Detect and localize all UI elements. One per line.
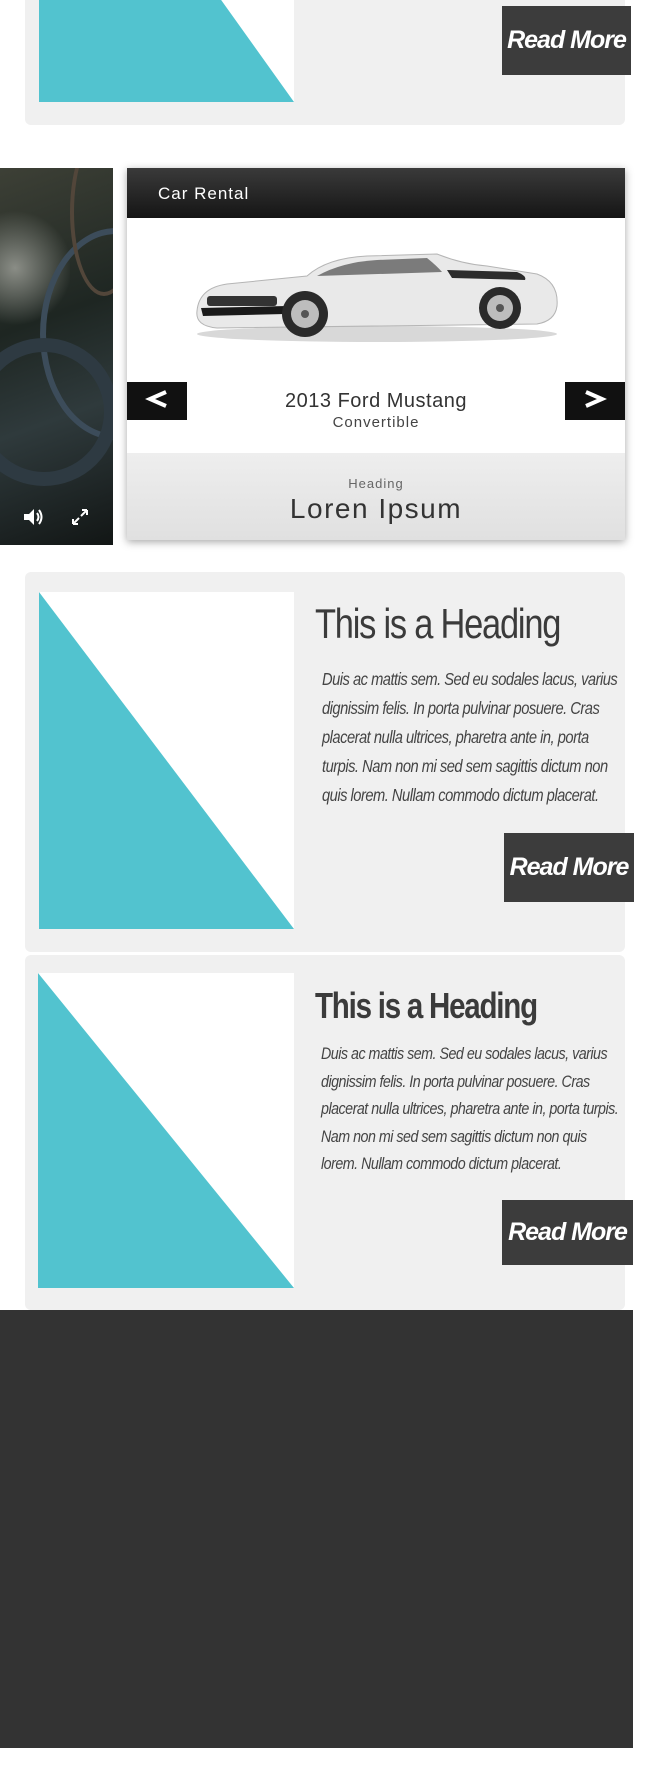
article-heading: This is a Heading	[315, 985, 538, 1026]
car-rental-widget: Car Rental 2013 Ford Mustang Convertible…	[127, 168, 625, 540]
article-body: Duis ac mattis sem. Sed eu sodales lacus…	[322, 669, 618, 805]
chevron-right-icon	[582, 389, 608, 414]
next-car-button[interactable]	[565, 382, 625, 420]
footer	[0, 1310, 633, 1748]
car-type: Convertible	[332, 414, 420, 431]
article-thumbnail	[39, 0, 294, 102]
prev-car-button[interactable]	[127, 382, 187, 420]
footer-title: Loren Ipsum	[289, 493, 463, 524]
read-more-button[interactable]: Read More	[504, 833, 634, 902]
article-heading: This is a Heading	[315, 600, 561, 647]
car-rental-footer: Heading Loren Ipsum	[127, 453, 625, 540]
read-more-button[interactable]: Read More	[502, 6, 631, 75]
article-thumbnail	[38, 973, 294, 1288]
read-more-button[interactable]: Read More	[502, 1200, 633, 1265]
video-player[interactable]	[0, 168, 113, 545]
car-name: 2013 Ford Mustang	[285, 390, 467, 412]
chevron-left-icon	[144, 389, 170, 414]
volume-icon[interactable]	[22, 507, 44, 533]
article-card-1: Read More	[25, 0, 631, 125]
article-body: Duis ac mattis sem. Sed eu sodales lacus…	[321, 1044, 619, 1173]
footer-label: Heading	[348, 476, 404, 491]
car-image	[187, 236, 567, 346]
car-rental-title: Car Rental	[158, 184, 250, 203]
article-card-2: This is a Heading Duis ac mattis sem. Se…	[25, 572, 634, 952]
article-thumbnail	[39, 592, 294, 929]
fullscreen-icon[interactable]	[70, 507, 90, 533]
car-rental-header: Car Rental	[127, 168, 625, 218]
article-card-3: This is a Heading Duis ac mattis sem. Se…	[25, 955, 633, 1310]
